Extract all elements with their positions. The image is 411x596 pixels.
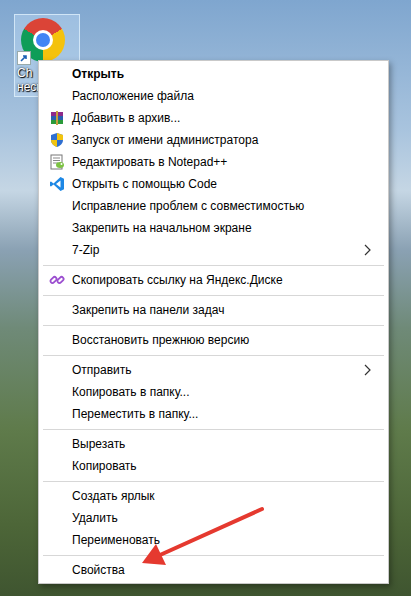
menu-item[interactable]: Переместить в папку... [41,403,386,425]
menu-item[interactable]: Закрепить на панели задач [41,299,386,321]
menu-item[interactable]: Открыть с помощью Code [41,173,386,195]
menu-separator [41,291,386,299]
menu-item-label: Открыть [72,67,360,81]
menu-item[interactable]: Вырезать [41,433,386,455]
menu-item-label: Закрепить на начальном экране [72,221,360,235]
menu-item-label: Открыть с помощью Code [72,177,360,191]
menu-item-label: Удалить [72,511,360,525]
menu-item-label: Скопировать ссылку на Яндекс.Диске [72,273,360,287]
menu-item-label: Исправление проблем с совместимостью [72,199,360,213]
menu-item[interactable]: Свойства [41,559,386,581]
menu-item[interactable]: Создать ярлык [41,485,386,507]
submenu-indicator [360,362,376,378]
menu-item-label: Переименовать [72,533,360,547]
menu-item-label: 7-Zip [72,243,360,257]
menu-item[interactable]: Удалить [41,507,386,529]
menu-item-label: Копировать [72,459,360,473]
vscode-icon [49,176,65,192]
menu-item-label: Вырезать [72,437,360,451]
submenu-indicator [360,242,376,258]
notepad-plus-plus-icon [49,154,65,170]
menu-separator [41,425,386,433]
menu-item[interactable]: Скопировать ссылку на Яндекс.Диске [41,269,386,291]
menu-item[interactable]: Открыть [41,63,386,85]
menu-item-label: Добавить в архив... [72,111,360,125]
menu-item[interactable]: Копировать [41,455,386,477]
menu-item[interactable]: Исправление проблем с совместимостью [41,195,386,217]
chevron-right-icon [360,362,376,378]
chevron-right-icon [360,242,376,258]
menu-item[interactable]: Запуск от имени администратора [41,129,386,151]
menu-item-label: Запуск от имени администратора [72,133,360,147]
menu-item[interactable]: Отправить [41,359,386,381]
link-icon [49,272,65,288]
shortcut-arrow-icon [17,51,31,65]
chrome-icon [21,18,65,62]
menu-item-label: Расположение файла [72,89,360,103]
menu-separator [41,321,386,329]
menu-item-label: Отправить [72,363,360,377]
menu-item[interactable]: Добавить в архив... [41,107,386,129]
menu-item[interactable]: 7-Zip [41,239,386,261]
menu-item-label: Восстановить прежнюю версию [72,333,360,347]
menu-item-label: Закрепить на панели задач [72,303,360,317]
context-menu: Открыть Расположение файла Добавить в архи… [38,60,389,584]
menu-item[interactable]: Редактировать в Notepad++ [41,151,386,173]
menu-item-label: Создать ярлык [72,489,360,503]
menu-item-label: Свойства [72,563,360,577]
menu-item[interactable]: Восстановить прежнюю версию [41,329,386,351]
menu-item[interactable]: Закрепить на начальном экране [41,217,386,239]
menu-item-label: Редактировать в Notepad++ [72,155,360,169]
menu-item[interactable]: Переименовать [41,529,386,551]
winrar-icon [49,110,65,126]
menu-separator [41,477,386,485]
uac-shield-icon [49,132,65,148]
menu-separator [41,351,386,359]
menu-separator [41,551,386,559]
menu-item-label: Копировать в папку... [72,385,360,399]
menu-item[interactable]: Расположение файла [41,85,386,107]
menu-item[interactable]: Копировать в папку... [41,381,386,403]
menu-separator [41,261,386,269]
menu-item-label: Переместить в папку... [72,407,360,421]
